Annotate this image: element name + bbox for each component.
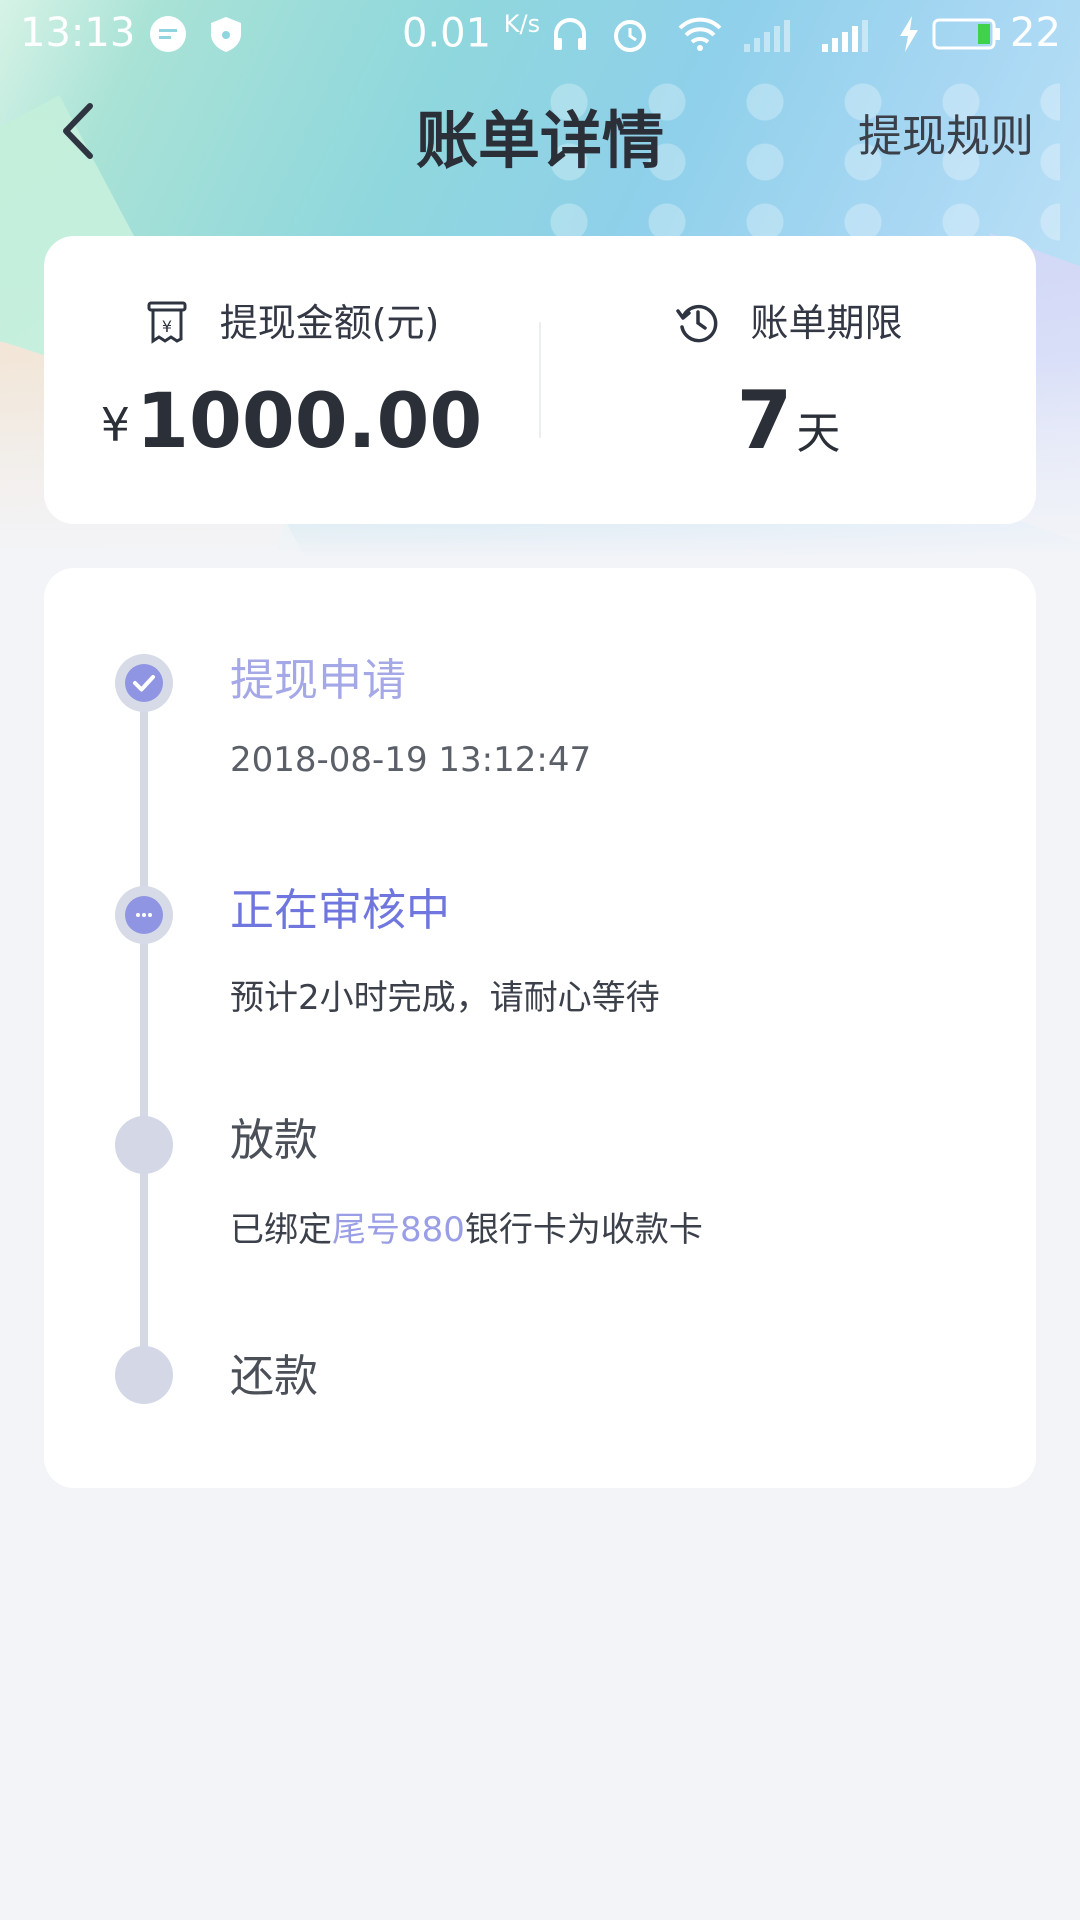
bill-term: 7天 (541, 374, 1036, 467)
term-unit: 天 (796, 408, 841, 459)
step-subtitle-review: 预计2小时完成，请耐心等待 (230, 978, 660, 1018)
headphones-icon (554, 18, 586, 50)
step-pending-node (115, 1346, 173, 1404)
step-title-repayment: 还款 (230, 1351, 318, 1402)
wifi-icon (678, 17, 722, 51)
currency-symbol: ¥ (100, 398, 131, 452)
ellipsis-icon (136, 913, 152, 917)
battery-icon (932, 18, 1000, 50)
signal-empty-icon (744, 20, 790, 52)
term-label: 账单期限 (750, 301, 903, 345)
term-label-row: 账单期限 (541, 292, 1036, 349)
withdraw-amount: ¥1000.00 (44, 376, 539, 465)
receipt-icon: ¥ (147, 301, 187, 344)
network-speed: 0.01 K/s (402, 10, 541, 57)
step-active-node (115, 886, 173, 944)
step-subtitle-disbursement: 已绑定尾号880银行卡为收款卡 (230, 1210, 703, 1250)
status-bar: 13:13 0.01 K/s 22 (0, 0, 1080, 66)
step-done-node (115, 654, 173, 712)
shield-icon (211, 17, 241, 52)
status-time: 13:13 (20, 10, 136, 56)
step-title-disbursement: 放款 (230, 1115, 318, 1166)
charging-icon (900, 16, 918, 52)
clock-history-icon (676, 304, 718, 342)
step-pending-node (115, 1116, 173, 1174)
amount-section: ¥ 提现金额(元) ¥1000.00 (44, 236, 539, 524)
card-tail-number: 尾号880 (332, 1210, 465, 1250)
message-icon (150, 16, 186, 52)
amount-value: 1000.00 (136, 376, 483, 465)
alarm-icon (614, 20, 646, 52)
battery-level: 22 (1010, 10, 1061, 56)
amount-label-row: ¥ 提现金额(元) (44, 292, 539, 349)
term-value: 7 (736, 374, 793, 467)
summary-card: ¥ 提现金额(元) ¥1000.00 账单期限 7天 (44, 236, 1036, 524)
term-section: 账单期限 7天 (541, 236, 1036, 524)
progress-timeline-card: 提现申请 2018-08-19 13:12:47 正在审核中 预计2小时完成，请… (44, 568, 1036, 1488)
amount-label: 提现金额(元) (219, 301, 440, 345)
signal-4g-icon (822, 20, 868, 52)
step-subtitle-apply-time: 2018-08-19 13:12:47 (230, 740, 592, 780)
timeline-line (140, 678, 148, 1396)
withdraw-rules-link[interactable]: 提现规则 (858, 100, 1034, 164)
step-title-apply: 提现申请 (230, 655, 406, 706)
step-title-review: 正在审核中 (230, 885, 450, 936)
svg-text:¥: ¥ (162, 317, 172, 336)
check-icon (133, 675, 155, 692)
